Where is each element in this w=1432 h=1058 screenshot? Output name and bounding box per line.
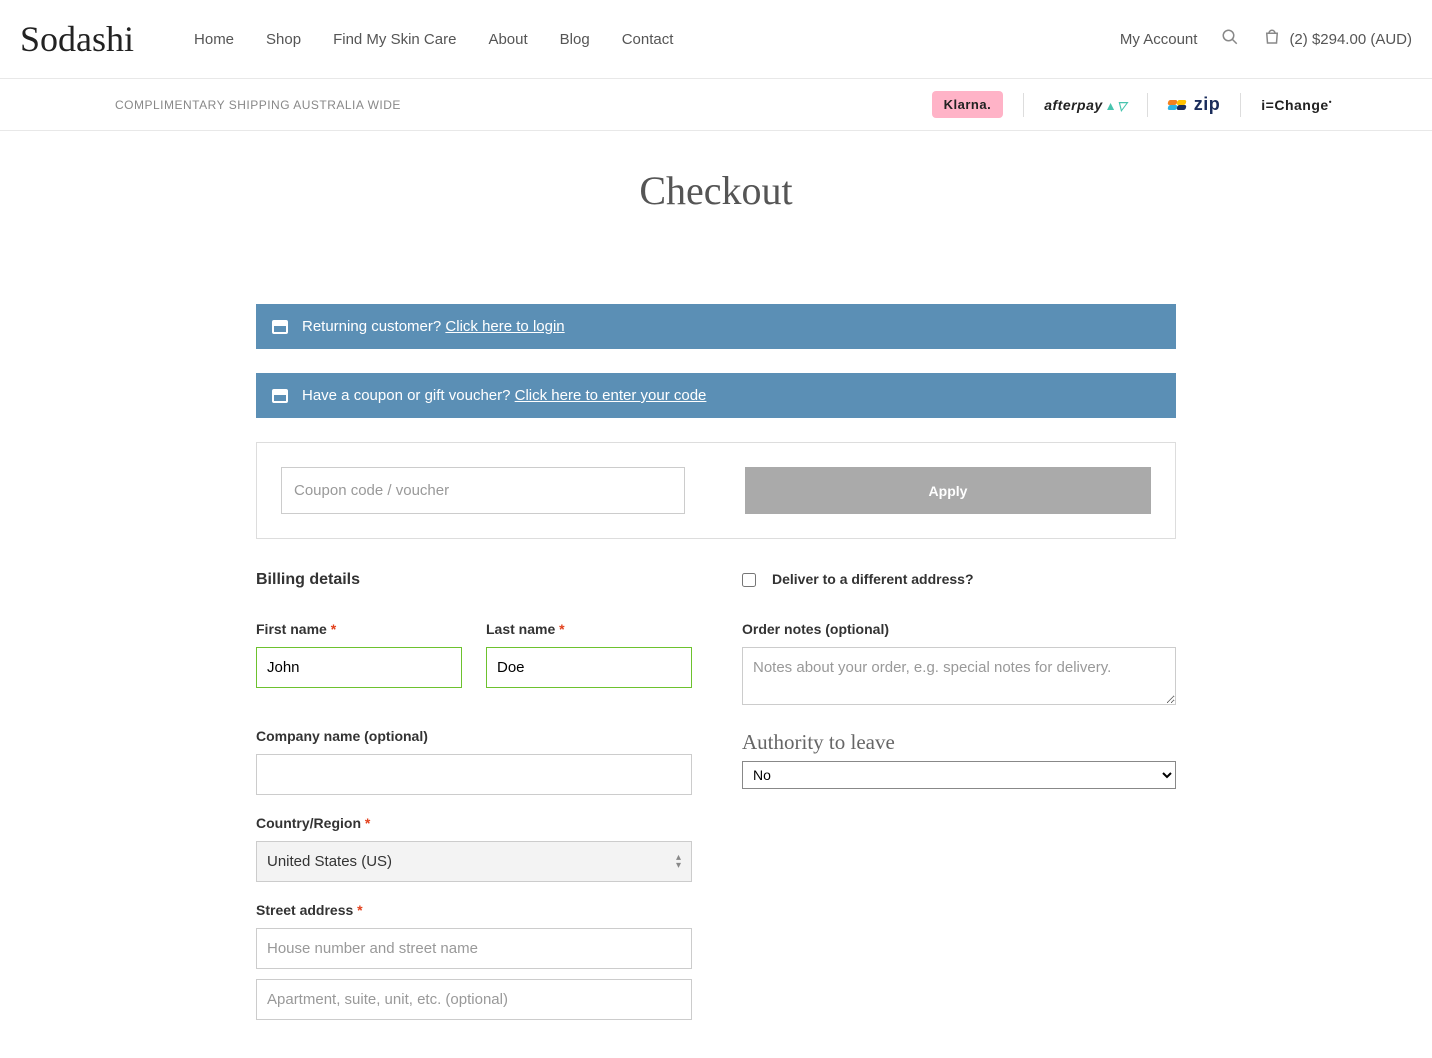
nav-blog[interactable]: Blog	[560, 31, 590, 48]
last-name-label: Last name *	[486, 621, 692, 637]
deliver-different-checkbox[interactable]	[742, 573, 756, 587]
chevron-updown-icon: ▴▾	[676, 854, 681, 870]
country-label: Country/Region *	[256, 815, 692, 831]
coupon-prompt: Have a coupon or gift voucher?	[302, 387, 515, 404]
promo-bar: COMPLIMENTARY SHIPPING AUSTRALIA WIDE Kl…	[0, 79, 1432, 131]
coupon-form: Apply	[256, 442, 1176, 539]
street-label: Street address *	[256, 902, 692, 918]
main-content: Checkout Returning customer? Click here …	[256, 131, 1176, 1040]
bag-icon	[1263, 28, 1281, 50]
shipping-section: Deliver to a different address? Order no…	[742, 571, 1176, 1040]
authority-to-leave-select[interactable]: No	[742, 761, 1176, 789]
klarna-logo: Klarna.	[932, 91, 1004, 118]
search-icon[interactable]	[1221, 28, 1239, 50]
street-address-2-input[interactable]	[256, 979, 692, 1020]
order-notes-label: Order notes (optional)	[742, 621, 1176, 637]
zip-logo: zip	[1168, 94, 1221, 115]
coupon-input[interactable]	[281, 467, 685, 514]
window-icon	[272, 389, 288, 403]
street-address-1-input[interactable]	[256, 928, 692, 969]
page-title: Checkout	[256, 167, 1176, 214]
header: Sodashi Home Shop Find My Skin Care Abou…	[0, 0, 1432, 79]
afterpay-logo: afterpay▲▽	[1044, 97, 1127, 113]
returning-prompt: Returning customer?	[302, 318, 445, 335]
nav-home[interactable]: Home	[194, 31, 234, 48]
apply-coupon-button[interactable]: Apply	[745, 467, 1151, 514]
divider	[1147, 93, 1148, 117]
enter-coupon-link[interactable]: Click here to enter your code	[515, 387, 707, 404]
login-link[interactable]: Click here to login	[445, 318, 564, 335]
shipping-text: COMPLIMENTARY SHIPPING AUSTRALIA WIDE	[115, 98, 401, 112]
returning-customer-notice: Returning customer? Click here to login	[256, 304, 1176, 349]
header-right: My Account (2) $294.00 (AUD)	[1120, 28, 1412, 50]
nav-about[interactable]: About	[488, 31, 527, 48]
cart-total: (2) $294.00 (AUD)	[1289, 31, 1412, 48]
window-icon	[272, 320, 288, 334]
nav-shop[interactable]: Shop	[266, 31, 301, 48]
billing-section: Billing details First name * Last name *…	[256, 571, 692, 1040]
deliver-different-label: Deliver to a different address?	[772, 571, 974, 587]
nav-find-my-skin-care[interactable]: Find My Skin Care	[333, 31, 456, 48]
last-name-input[interactable]	[486, 647, 692, 688]
nav-contact[interactable]: Contact	[622, 31, 674, 48]
cart-link[interactable]: (2) $294.00 (AUD)	[1263, 28, 1412, 50]
main-nav: Home Shop Find My Skin Care About Blog C…	[194, 31, 673, 48]
divider	[1023, 93, 1024, 117]
order-notes-textarea[interactable]	[742, 647, 1176, 705]
first-name-input[interactable]	[256, 647, 462, 688]
payment-logos: Klarna. afterpay▲▽ zip i=Change•	[932, 91, 1332, 118]
authority-to-leave-heading: Authority to leave	[742, 730, 1176, 755]
company-input[interactable]	[256, 754, 692, 795]
divider	[1240, 93, 1241, 117]
coupon-notice: Have a coupon or gift voucher? Click her…	[256, 373, 1176, 418]
site-logo[interactable]: Sodashi	[20, 18, 134, 60]
ichange-logo: i=Change•	[1261, 97, 1332, 113]
my-account-link[interactable]: My Account	[1120, 31, 1198, 48]
country-select[interactable]: United States (US) ▴▾	[256, 841, 692, 882]
billing-heading: Billing details	[256, 571, 692, 589]
first-name-label: First name *	[256, 621, 462, 637]
company-label: Company name (optional)	[256, 728, 692, 744]
country-value: United States (US)	[267, 853, 392, 870]
